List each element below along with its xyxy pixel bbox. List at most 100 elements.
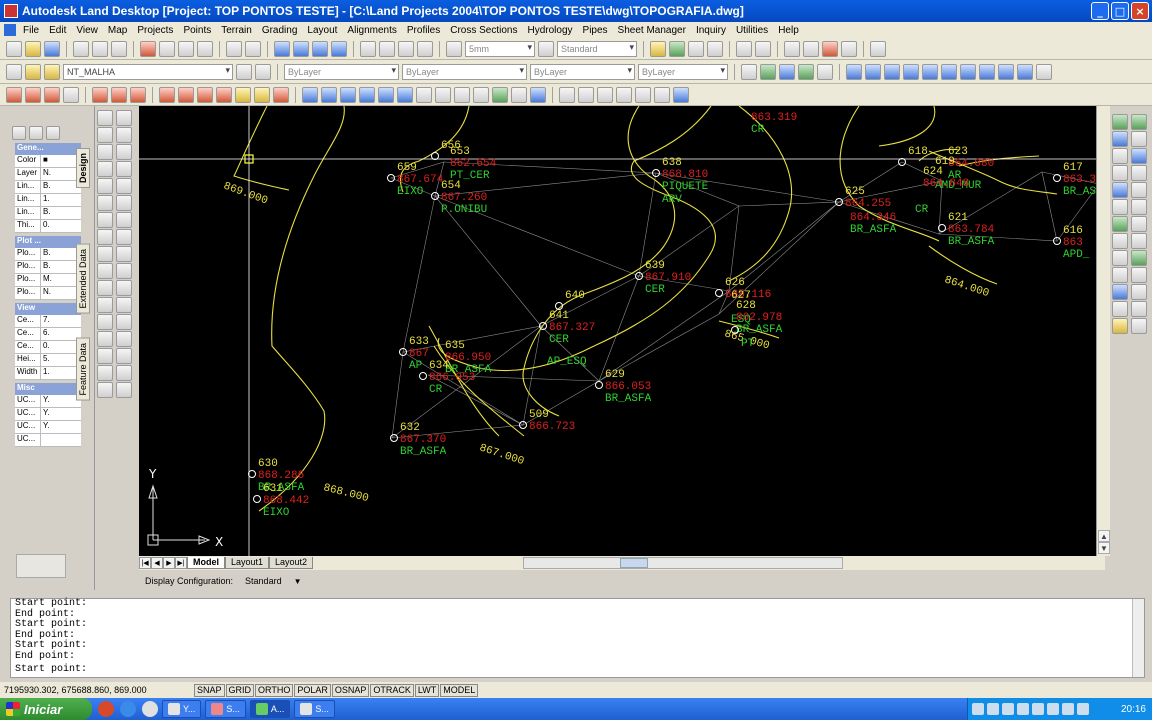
layer-tool-icon[interactable] bbox=[669, 40, 685, 57]
spline-icon[interactable] bbox=[97, 246, 113, 262]
layer-previous-icon[interactable] bbox=[255, 63, 271, 80]
tool-r21-icon[interactable] bbox=[1112, 284, 1128, 300]
prop-value[interactable] bbox=[41, 434, 81, 446]
prop-value[interactable]: B. bbox=[41, 261, 81, 273]
maximize-button[interactable]: □ bbox=[1111, 2, 1129, 20]
lwt-toggle[interactable]: LWT bbox=[414, 683, 440, 697]
ellipse-icon[interactable] bbox=[97, 263, 113, 279]
scale-icon[interactable] bbox=[116, 229, 132, 245]
explode-icon[interactable] bbox=[822, 40, 838, 57]
survey-point[interactable]: 632867.370BR_ASFA bbox=[390, 422, 447, 458]
rectangle-icon[interactable] bbox=[97, 178, 113, 194]
pipe-3-icon[interactable] bbox=[530, 86, 546, 103]
tool-r10-icon[interactable] bbox=[1131, 182, 1147, 198]
command-scrollbar[interactable] bbox=[1132, 599, 1144, 677]
print-icon[interactable] bbox=[73, 40, 89, 57]
menu-points[interactable]: Points bbox=[178, 25, 216, 36]
tool-r15-icon[interactable] bbox=[1112, 233, 1128, 249]
tag-4-icon[interactable] bbox=[654, 86, 670, 103]
tab-feature-data[interactable]: Feature Data bbox=[76, 337, 90, 401]
line-icon[interactable] bbox=[97, 110, 113, 126]
survey-point[interactable]: 616863APD_ bbox=[1053, 225, 1090, 261]
grading-icon[interactable] bbox=[159, 86, 175, 103]
stretch-icon[interactable] bbox=[116, 246, 132, 262]
plotstyle-select[interactable]: ByLayer bbox=[638, 63, 728, 80]
make-current-icon[interactable] bbox=[236, 63, 252, 80]
layer-select[interactable]: NT_MALHA bbox=[63, 63, 233, 80]
tab-extended-data[interactable]: Extended Data bbox=[76, 244, 90, 314]
alignment-icon[interactable] bbox=[92, 86, 108, 103]
region-icon[interactable] bbox=[97, 365, 113, 381]
menu-projects[interactable]: Projects bbox=[132, 25, 178, 36]
new-icon[interactable] bbox=[6, 40, 22, 57]
prop-value[interactable]: Y. bbox=[41, 421, 81, 433]
menu-grading[interactable]: Grading bbox=[257, 25, 303, 36]
survey-point[interactable]: AP_ESQ bbox=[547, 356, 587, 368]
section-title-plot[interactable]: Plot ... bbox=[15, 236, 81, 248]
toggle-pickadd-icon[interactable] bbox=[12, 126, 26, 140]
prop-value[interactable]: 0. bbox=[41, 341, 81, 353]
tool-r5-icon[interactable] bbox=[1112, 148, 1128, 164]
menu-file[interactable]: File bbox=[18, 25, 44, 36]
scroll-thumb[interactable] bbox=[620, 558, 649, 568]
tray-icon[interactable] bbox=[1002, 703, 1014, 715]
camera-icon[interactable] bbox=[1036, 63, 1052, 80]
lineweight-select[interactable]: ByLayer bbox=[530, 63, 635, 80]
display-config-value[interactable]: Standard bbox=[245, 576, 282, 586]
copy-object-icon[interactable] bbox=[116, 127, 132, 143]
image-icon[interactable] bbox=[779, 63, 795, 80]
chamfer-icon[interactable] bbox=[116, 331, 132, 347]
drawing-canvas[interactable]: Y X 869.000 864.000 867.000 868.000 865.000 … bbox=[139, 106, 1096, 556]
tray-icon[interactable] bbox=[1047, 703, 1059, 715]
ie-icon[interactable] bbox=[120, 701, 136, 717]
tool-r20-icon[interactable] bbox=[1131, 267, 1147, 283]
horizontal-scrollbar[interactable] bbox=[523, 557, 844, 569]
save-icon[interactable] bbox=[44, 40, 60, 57]
view-iso2-icon[interactable] bbox=[979, 63, 995, 80]
layer-tool-2-icon[interactable] bbox=[688, 40, 704, 57]
menu-help[interactable]: Help bbox=[773, 25, 804, 36]
tool-r4-icon[interactable] bbox=[1131, 131, 1147, 147]
taskbar-item[interactable]: Y... bbox=[162, 700, 202, 718]
tab-layout2[interactable]: Layout2 bbox=[269, 557, 314, 569]
vertical-scrollbar[interactable]: ▲ ▼ bbox=[1096, 106, 1110, 556]
quick-select-icon[interactable] bbox=[46, 126, 60, 140]
dimension-icon[interactable] bbox=[870, 40, 886, 57]
tray-icon[interactable] bbox=[1032, 703, 1044, 715]
fillet-icon[interactable] bbox=[116, 348, 132, 364]
tray-icon[interactable] bbox=[1062, 703, 1074, 715]
text-style-select[interactable]: Standard bbox=[557, 40, 637, 57]
tool-r23-icon[interactable] bbox=[1112, 301, 1128, 317]
insert-block-icon[interactable] bbox=[97, 280, 113, 296]
start-button[interactable]: Iniciar bbox=[0, 698, 92, 720]
layer-manager-icon[interactable] bbox=[6, 63, 22, 80]
menu-terrain[interactable]: Terrain bbox=[216, 25, 257, 36]
zoom-realtime-icon[interactable] bbox=[293, 40, 309, 57]
tool-r2-icon[interactable] bbox=[1131, 114, 1147, 130]
prop-value[interactable]: Y. bbox=[41, 395, 81, 407]
select-objects-icon[interactable] bbox=[29, 126, 43, 140]
scroll-down-icon[interactable]: ▼ bbox=[1098, 542, 1110, 554]
prop-value[interactable]: B. bbox=[41, 248, 81, 260]
tag-2-icon[interactable] bbox=[616, 86, 632, 103]
tool-palettes-icon[interactable] bbox=[398, 40, 414, 57]
survey-point[interactable]: 640 bbox=[555, 290, 585, 310]
mtext-icon[interactable] bbox=[116, 382, 132, 398]
view-left-icon[interactable] bbox=[922, 63, 938, 80]
last-tab-button[interactable]: ▶| bbox=[175, 557, 187, 569]
tool-r13-icon[interactable] bbox=[1112, 216, 1128, 232]
extend-icon[interactable] bbox=[116, 280, 132, 296]
lock-icon[interactable] bbox=[650, 40, 666, 57]
prop-value[interactable]: 0. bbox=[41, 220, 81, 232]
polygon-icon[interactable] bbox=[97, 161, 113, 177]
menu-profiles[interactable]: Profiles bbox=[402, 25, 445, 36]
tool-r26-icon[interactable] bbox=[1131, 318, 1147, 334]
menu-pipes[interactable]: Pipes bbox=[578, 25, 613, 36]
prop-value[interactable]: M. bbox=[41, 274, 81, 286]
section-title-misc[interactable]: Misc bbox=[15, 383, 81, 395]
grid-toggle[interactable]: GRID bbox=[225, 683, 255, 697]
gradient-icon[interactable] bbox=[97, 348, 113, 364]
survey-point[interactable]: CR bbox=[915, 204, 929, 216]
messenger-icon[interactable] bbox=[142, 701, 158, 717]
survey-point[interactable]: 864.346BR_ASFA bbox=[850, 212, 897, 236]
